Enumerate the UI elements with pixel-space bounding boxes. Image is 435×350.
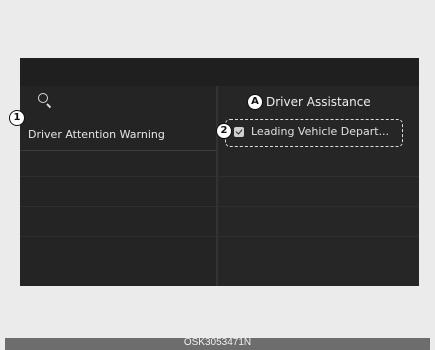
list-divider <box>20 206 216 207</box>
list-divider <box>218 176 419 177</box>
callout-a: A <box>247 94 263 110</box>
setting-item-leading-vehicle-departure[interactable]: Leading Vehicle Depart... <box>225 119 403 147</box>
menu-item-driver-attention-warning[interactable]: Driver Attention Warning <box>20 122 216 151</box>
right-settings-panel <box>218 86 419 286</box>
list-divider <box>20 176 216 177</box>
list-divider <box>20 236 216 237</box>
menu-item-label: Driver Attention Warning <box>28 128 165 141</box>
callout-1: 1 <box>9 110 25 126</box>
list-divider <box>218 206 419 207</box>
callout-2: 2 <box>216 123 232 139</box>
check-icon[interactable] <box>234 127 244 137</box>
setting-item-label: Leading Vehicle Depart... <box>251 125 390 138</box>
search-icon[interactable] <box>38 93 52 109</box>
infotainment-screen: Driver Attention Warning Driver Assistan… <box>20 58 419 286</box>
section-title: Driver Assistance <box>266 95 371 109</box>
screen-top-bar <box>20 58 419 86</box>
list-divider <box>218 236 419 237</box>
figure-code-bar: OSK3053471N <box>5 337 430 350</box>
figure-code: OSK3053471N <box>183 337 252 348</box>
left-menu-panel <box>20 86 216 286</box>
